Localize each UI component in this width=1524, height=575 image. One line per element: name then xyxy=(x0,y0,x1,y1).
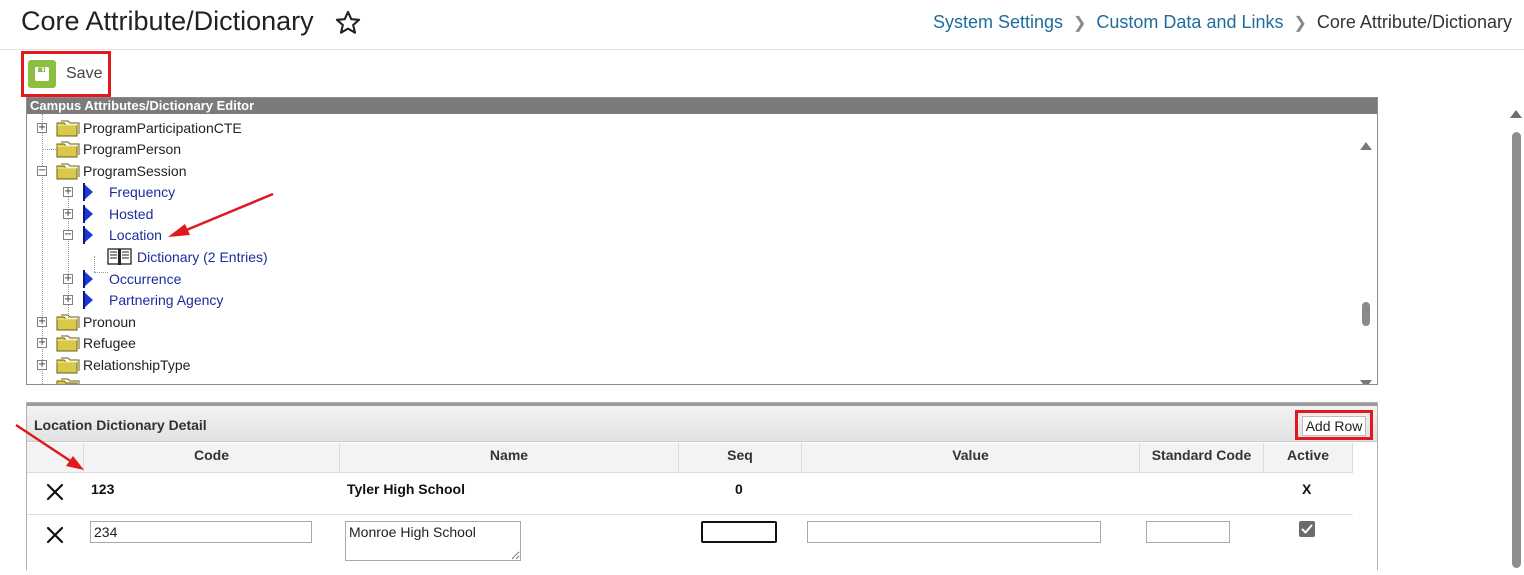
breadcrumb-custom-data-links[interactable]: Custom Data and Links xyxy=(1096,12,1283,33)
grid-header: Code Name Seq Value Standard Code Active xyxy=(27,443,1353,473)
chevron-right-icon: ❯ xyxy=(1073,14,1087,32)
folder-icon xyxy=(55,355,81,375)
page-title: Core Attribute/Dictionary xyxy=(21,6,314,36)
tree-item-relationshiptype[interactable]: + RelationshipType xyxy=(37,355,190,375)
folder-icon xyxy=(55,139,81,159)
expand-plus-icon[interactable]: + xyxy=(63,274,73,284)
add-row-highlight: Add Row xyxy=(1295,410,1373,440)
column-header-seq[interactable]: Seq xyxy=(678,443,801,473)
attribute-icon xyxy=(83,291,95,309)
page-header: Core Attribute/Dictionary System Setting… xyxy=(0,0,1524,50)
attribute-icon xyxy=(83,205,95,223)
page-scrollbar[interactable] xyxy=(1508,104,1524,570)
active-checkbox[interactable] xyxy=(1299,521,1315,537)
row-name: Tyler High School xyxy=(347,481,465,497)
table-row: Monroe High School xyxy=(27,515,1353,571)
tree-item-label: Hosted xyxy=(109,206,154,222)
breadcrumb: System Settings ❯ Custom Data and Links … xyxy=(933,12,1512,33)
delete-x-icon[interactable] xyxy=(45,482,65,502)
save-highlight: Save xyxy=(21,51,111,97)
tree-header: Campus Attributes/Dictionary Editor xyxy=(27,98,1377,114)
folder-icon xyxy=(55,161,81,181)
add-row-button[interactable]: Add Row xyxy=(1302,416,1366,436)
expand-plus-icon[interactable]: + xyxy=(37,338,47,348)
tree-item-programsession[interactable]: − ProgramSession xyxy=(37,161,187,181)
row-code: 123 xyxy=(91,481,115,497)
column-header-code[interactable]: Code xyxy=(83,443,339,473)
column-header-standard-code[interactable]: Standard Code xyxy=(1139,443,1263,473)
column-header-value[interactable]: Value xyxy=(801,443,1139,473)
star-icon[interactable] xyxy=(334,9,362,37)
tree-item-dictionary[interactable]: Dictionary (2 Entries) xyxy=(107,247,268,267)
tree-item-label: ProgramSession xyxy=(83,163,187,179)
tree-item-hosted[interactable]: + Hosted xyxy=(63,204,153,224)
name-textarea[interactable]: Monroe High School xyxy=(345,521,521,561)
tree-item-label: Partnering Agency xyxy=(109,292,224,308)
tree-item-label: ProgramPerson xyxy=(83,141,182,157)
row-active: X xyxy=(1302,481,1312,497)
tree-item-clipped xyxy=(55,376,81,384)
attribute-tree-panel: Campus Attributes/Dictionary Editor + Pr… xyxy=(26,97,1378,385)
expand-plus-icon[interactable]: + xyxy=(37,123,47,133)
detail-title: Location Dictionary Detail xyxy=(34,417,207,433)
tree-item-partnering-agency[interactable]: + Partnering Agency xyxy=(63,290,223,310)
tree-body[interactable]: + ProgramParticipationCTE ProgramPerson … xyxy=(27,114,1377,384)
collapse-minus-icon[interactable]: − xyxy=(63,230,73,240)
tree-item-frequency[interactable]: + Frequency xyxy=(63,182,175,202)
expand-plus-icon[interactable]: + xyxy=(63,209,73,219)
tree-item-programparticipationcte[interactable]: + ProgramParticipationCTE xyxy=(37,118,242,138)
expand-plus-icon[interactable]: + xyxy=(37,317,47,327)
tree-item-refugee[interactable]: + Refugee xyxy=(37,333,136,353)
breadcrumb-current: Core Attribute/Dictionary xyxy=(1316,12,1512,32)
code-input[interactable] xyxy=(90,521,312,543)
value-input[interactable] xyxy=(807,521,1101,543)
standard-code-input[interactable] xyxy=(1146,521,1230,543)
column-header-active[interactable]: Active xyxy=(1263,443,1353,473)
tree-item-label: Occurrence xyxy=(109,271,182,287)
tree-item-label: Location xyxy=(109,227,162,243)
row-seq: 0 xyxy=(735,481,743,497)
book-icon xyxy=(107,248,133,266)
attribute-icon xyxy=(83,183,95,201)
tree-item-label: Pronoun xyxy=(83,314,136,330)
expand-plus-icon[interactable]: + xyxy=(63,187,73,197)
tree-item-label: Frequency xyxy=(109,184,176,200)
folder-icon xyxy=(55,376,81,384)
tree-item-label: Dictionary (2 Entries) xyxy=(137,249,268,265)
dictionary-detail-panel: Location Dictionary Detail Add Row Code … xyxy=(26,402,1378,570)
tree-item-pronoun[interactable]: + Pronoun xyxy=(37,312,136,332)
tree-item-location[interactable]: − Location xyxy=(63,225,162,245)
expand-plus-icon[interactable]: + xyxy=(63,295,73,305)
tree-item-label: RelationshipType xyxy=(83,357,191,373)
expand-plus-icon[interactable]: + xyxy=(37,360,47,370)
column-header-name[interactable]: Name xyxy=(339,443,678,473)
folder-icon xyxy=(55,333,81,353)
breadcrumb-system-settings[interactable]: System Settings xyxy=(933,12,1063,33)
tree-item-programperson[interactable]: ProgramPerson xyxy=(37,139,181,159)
chevron-right-icon: ❯ xyxy=(1293,14,1307,32)
delete-x-icon[interactable] xyxy=(45,525,65,545)
save-label: Save xyxy=(66,65,103,82)
tree-scrollbar[interactable] xyxy=(1359,138,1373,384)
tree-item-occurrence[interactable]: + Occurrence xyxy=(63,269,181,289)
attribute-icon xyxy=(83,226,95,244)
folder-icon xyxy=(55,118,81,138)
detail-header: Location Dictionary Detail Add Row xyxy=(27,406,1377,442)
floppy-disk-icon xyxy=(28,60,56,88)
folder-icon xyxy=(55,312,81,332)
seq-input[interactable] xyxy=(701,521,777,543)
save-button[interactable]: Save xyxy=(28,60,102,88)
attribute-icon xyxy=(83,270,95,288)
tree-item-label: Refugee xyxy=(83,335,136,351)
collapse-minus-icon[interactable]: − xyxy=(37,166,47,176)
tree-item-label: ProgramParticipationCTE xyxy=(83,120,242,136)
table-row: 123 Tyler High School 0 X xyxy=(27,473,1353,515)
